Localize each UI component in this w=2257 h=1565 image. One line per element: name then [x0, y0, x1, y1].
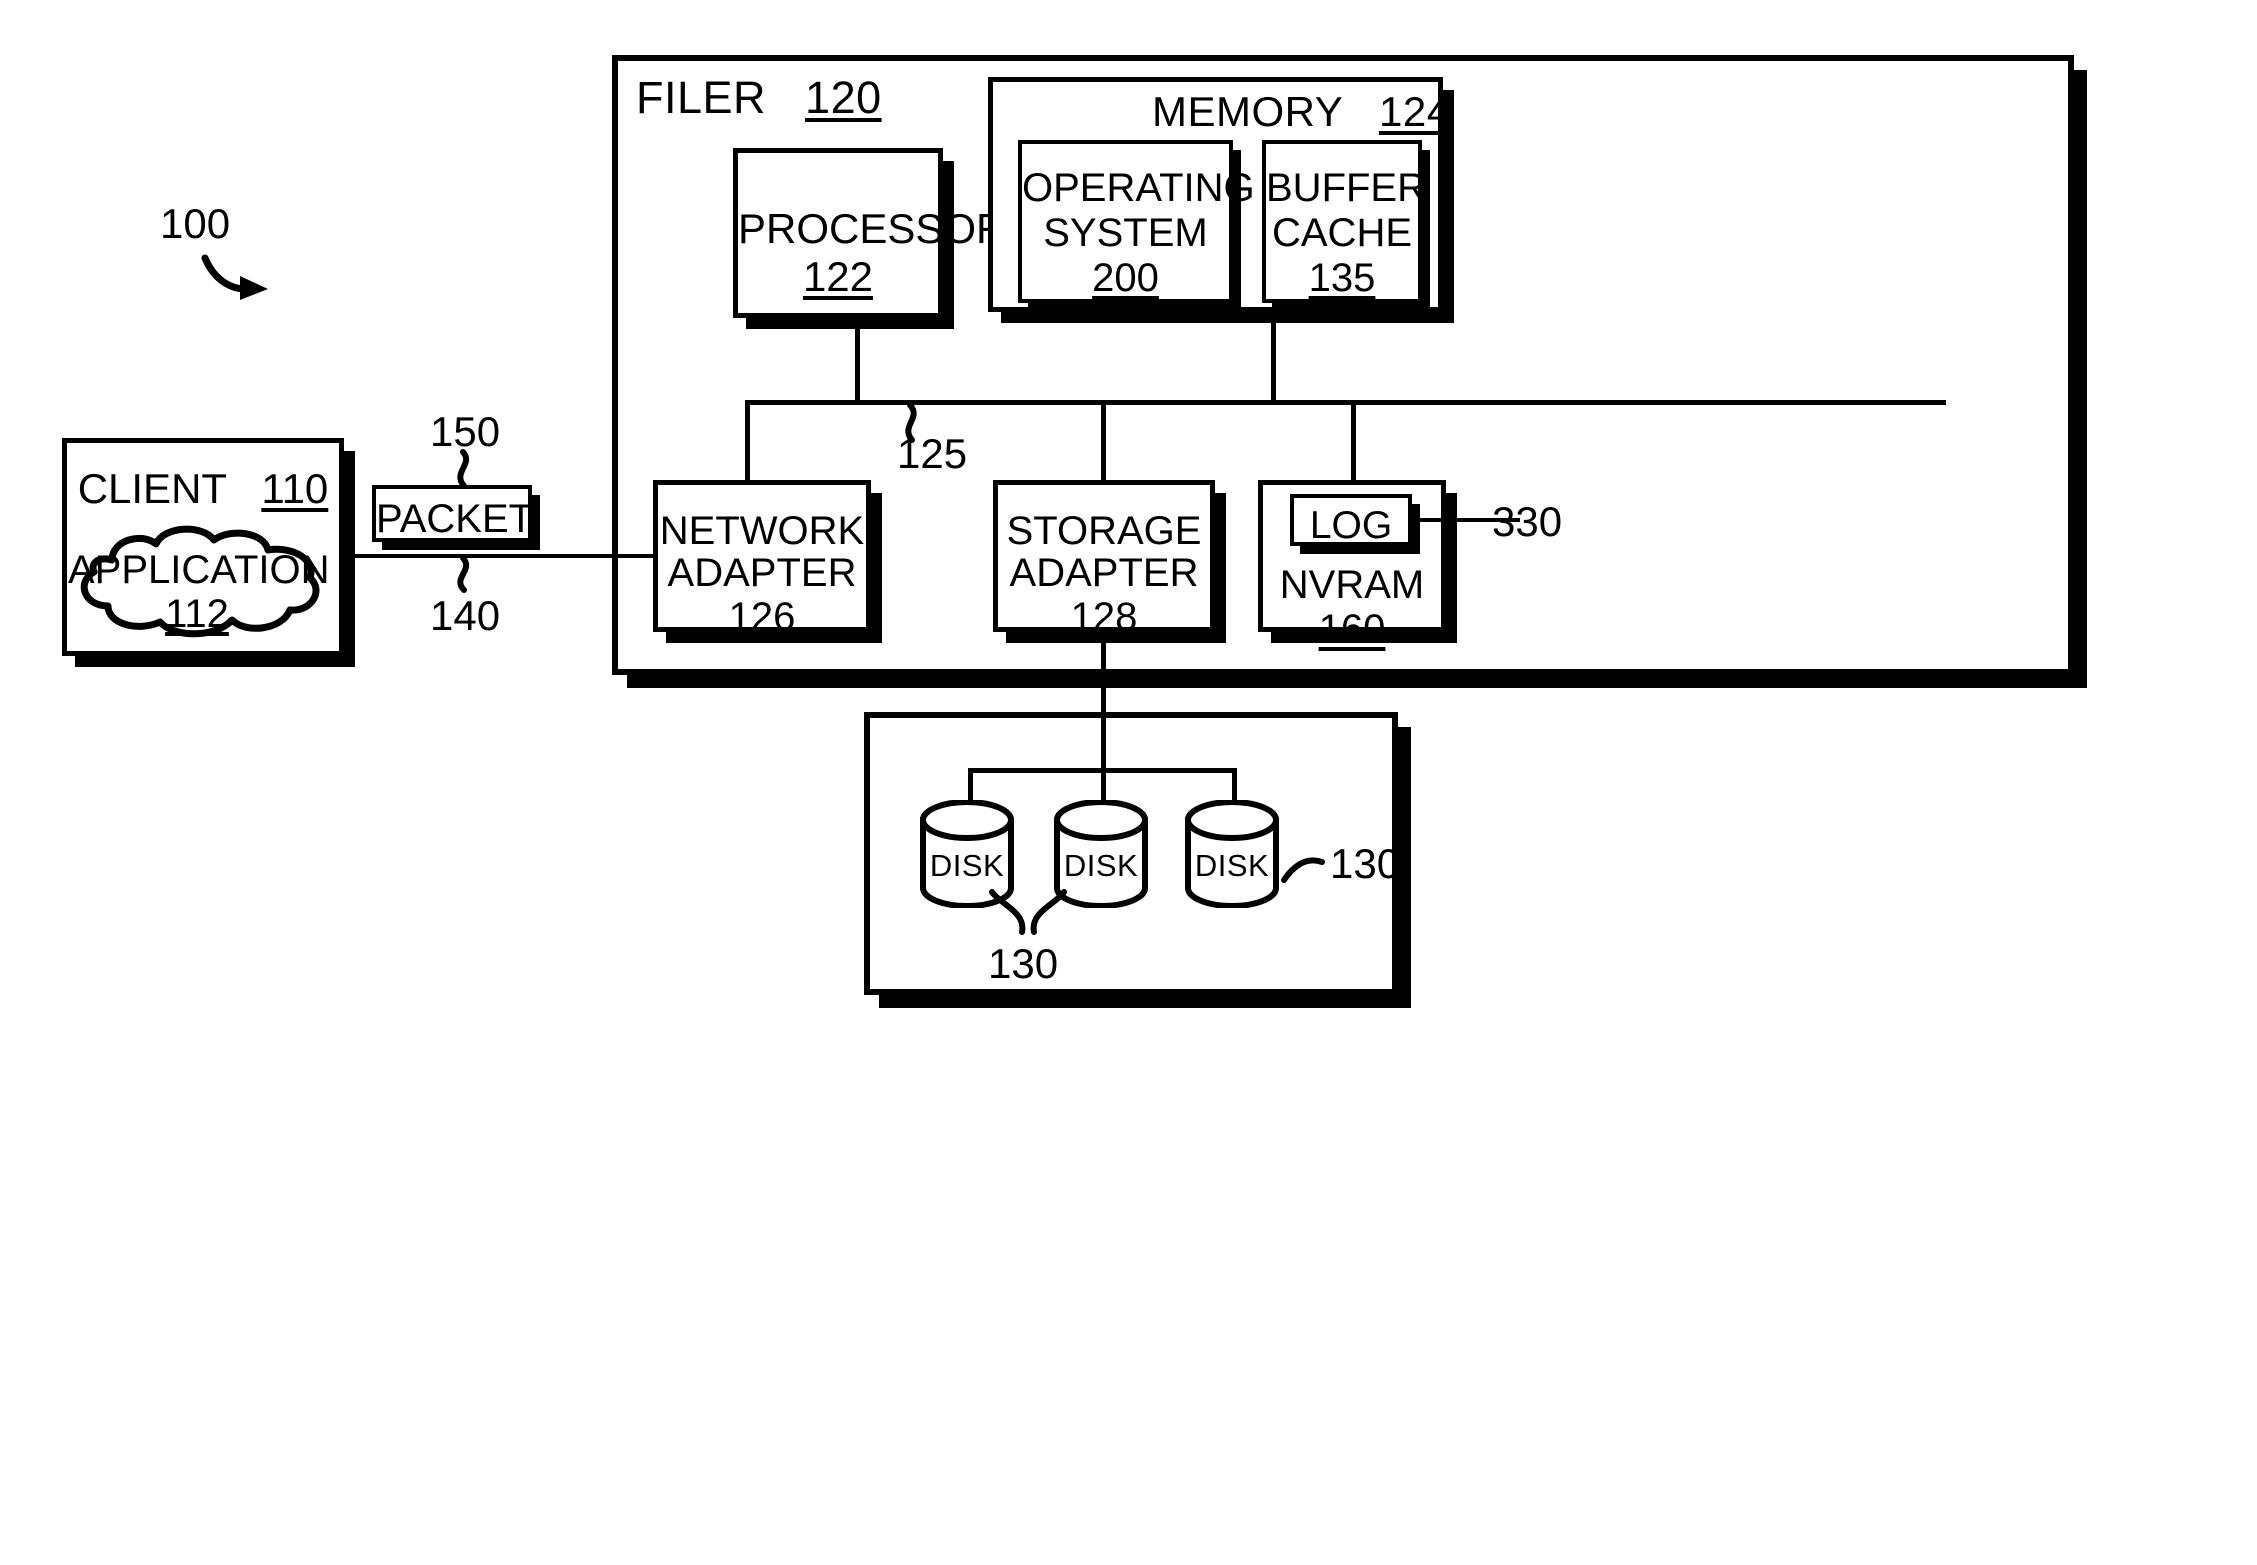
bus-leg-storage [1101, 400, 1106, 480]
client-number: 110 [261, 465, 329, 512]
buffer-cache-label-line1: BUFFER [1266, 166, 1426, 210]
system-bus-line [745, 400, 1945, 405]
disk-3: DISK [1182, 799, 1282, 909]
disk-label: DISK [929, 848, 1005, 883]
network-adapter-label-line2: ADAPTER [667, 551, 857, 595]
packet-label: PACKET [376, 497, 534, 541]
operating-system-box: OPERATING SYSTEM 200 [1018, 140, 1255, 303]
processor-label: PROCESSOR [738, 205, 1007, 252]
packet-box: PACKET [372, 485, 534, 542]
buffer-cache-number: 135 [1308, 256, 1376, 300]
application-label: APPLICATION [68, 548, 330, 592]
disk-label: DISK [1194, 848, 1270, 883]
buffer-cache-label-line2: CACHE [1271, 211, 1413, 255]
client-header: CLIENT 110 [67, 465, 339, 513]
nvram-number: 160 [1318, 607, 1386, 651]
reference-numeral-125: 125 [897, 430, 968, 477]
filer-number: 120 [805, 72, 882, 123]
network-adapter-number: 126 [728, 595, 796, 639]
nvram-label: NVRAM [1279, 563, 1425, 607]
client-network-link [344, 554, 654, 558]
reference-numeral-130-bottom: 130 [988, 940, 1059, 987]
network-adapter-label-line1: NETWORK [659, 509, 865, 553]
log-label: LOG [1309, 504, 1393, 547]
application-cloud: APPLICATION 112 [68, 520, 330, 640]
network-adapter-box: NETWORK ADAPTER 126 [653, 480, 871, 639]
reference-numeral-100: 100 [160, 200, 231, 247]
disk-1: DISK [917, 799, 1017, 909]
memory-number: 124 [1379, 88, 1451, 135]
disk-label: DISK [1063, 848, 1139, 883]
operating-system-label-line2: SYSTEM [1043, 211, 1208, 255]
application-number: 112 [165, 592, 229, 636]
bus-leg-nvram [1351, 400, 1356, 480]
memory-label-text: MEMORY [1152, 88, 1343, 135]
storage-adapter-box: STORAGE ADAPTER 128 [993, 480, 1215, 639]
bus-leg-network [745, 400, 750, 480]
reference-numeral-130-right: 130 [1330, 840, 1401, 887]
operating-system-label-line1: OPERATING [1022, 166, 1255, 210]
bus-riser-processor [855, 318, 860, 402]
storage-adapter-label-line1: STORAGE [1006, 509, 1202, 553]
client-label: CLIENT [77, 465, 227, 512]
bus-riser-memory [1271, 312, 1276, 402]
buffer-cache-box: BUFFER CACHE 135 [1262, 140, 1426, 303]
bus-end [1941, 400, 1946, 405]
storage-adapter-label-line2: ADAPTER [1009, 551, 1199, 595]
filer-label-text: FILER [636, 72, 767, 123]
processor-box: PROCESSOR 122 [733, 148, 1007, 318]
reference-numeral-150: 150 [430, 408, 501, 455]
log-box: LOG [1290, 494, 1412, 547]
filer-label: FILER 120 [636, 72, 882, 124]
storage-adapter-to-shelf-line [1101, 632, 1106, 772]
memory-label: MEMORY 124 [1152, 88, 1451, 136]
disk-2: DISK [1051, 799, 1151, 909]
processor-number: 122 [802, 253, 874, 300]
reference-numeral-140: 140 [430, 592, 501, 639]
reference-numeral-330: 330 [1492, 498, 1563, 545]
operating-system-number: 200 [1092, 256, 1159, 300]
